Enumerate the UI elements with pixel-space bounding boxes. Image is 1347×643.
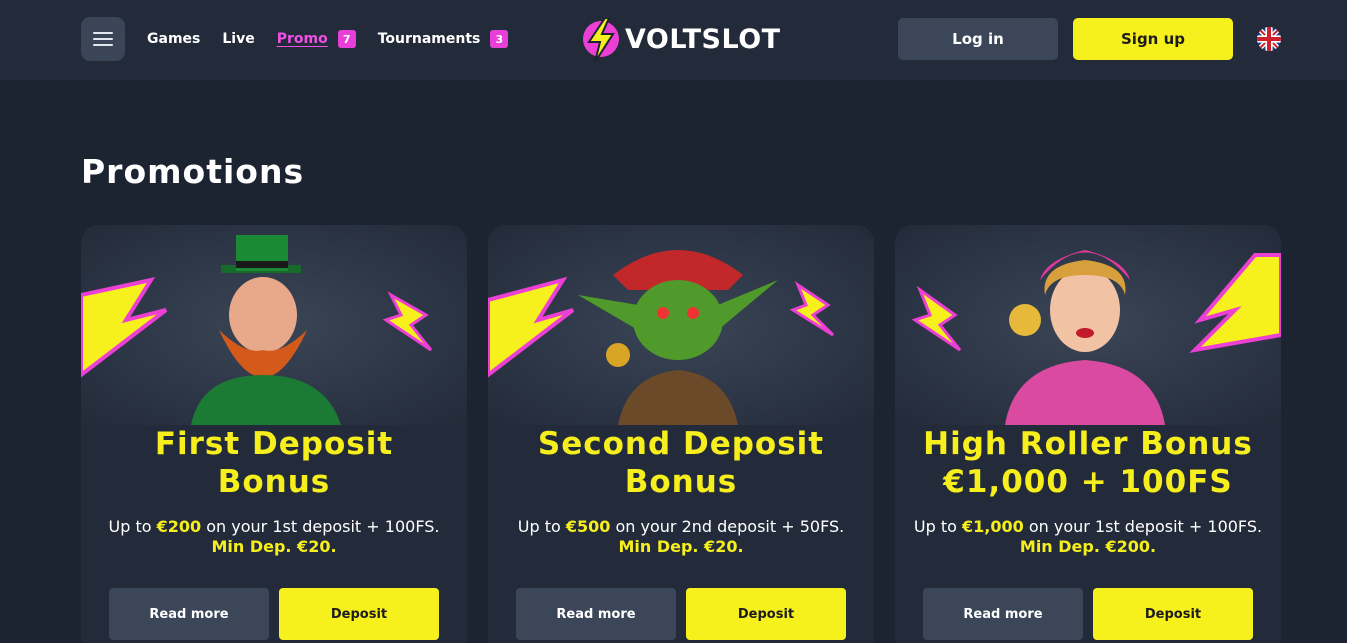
promo-description: Up to €200 on your 1st deposit + 100FS. …	[81, 517, 467, 557]
nav-item-tournaments[interactable]: Tournaments 3	[378, 30, 509, 48]
read-more-button[interactable]: Read more	[109, 588, 269, 640]
min-deposit: Min Dep. €200.	[1019, 537, 1157, 556]
deposit-button[interactable]: Deposit	[279, 588, 439, 640]
logo-text: VOLTSLOT	[625, 23, 781, 55]
nav-item-promo[interactable]: Promo 7	[277, 30, 356, 48]
signup-button[interactable]: Sign up	[1073, 18, 1233, 60]
main-nav: Games Live Promo 7 Tournaments 3	[147, 29, 530, 49]
promo-card-second-deposit: Second Deposit Bonus Up to €500 on your …	[488, 225, 874, 643]
promo-title: Second Deposit Bonus	[537, 426, 825, 500]
promo-card-high-roller: High Roller Bonus €1,000 + 100FS Up to €…	[895, 225, 1281, 643]
page-title: Promotions	[81, 152, 305, 191]
site-logo[interactable]: VOLTSLOT	[583, 18, 781, 62]
site-header: Games Live Promo 7 Tournaments 3 VOLTSLO…	[0, 0, 1347, 80]
lightning-bolt-icon	[583, 18, 619, 62]
pinup-woman-illustration	[895, 225, 1281, 425]
uk-flag-icon[interactable]	[1257, 27, 1281, 51]
promo-description: Up to €1,000 on your 1st deposit + 100FS…	[895, 517, 1281, 557]
nav-label: Tournaments	[377, 31, 481, 47]
hamburger-icon	[93, 32, 113, 34]
min-deposit: Min Dep. €20.	[618, 537, 744, 556]
nav-label: Games	[147, 31, 201, 47]
deposit-button[interactable]: Deposit	[686, 588, 846, 640]
promo-title: High Roller Bonus €1,000 + 100FS	[923, 426, 1253, 500]
read-more-button[interactable]: Read more	[923, 588, 1083, 640]
nav-label: Promo	[276, 31, 328, 47]
nav-label: Live	[222, 31, 255, 47]
nav-item-games[interactable]: Games	[147, 31, 200, 47]
login-button[interactable]: Log in	[898, 18, 1058, 60]
promo-title: First Deposit Bonus	[154, 426, 394, 500]
nav-item-live[interactable]: Live	[222, 31, 254, 47]
leprechaun-illustration	[81, 225, 467, 425]
read-more-button[interactable]: Read more	[516, 588, 676, 640]
menu-button[interactable]	[81, 17, 125, 61]
promo-description: Up to €500 on your 2nd deposit + 50FS. M…	[488, 517, 874, 557]
promo-card-first-deposit: First Deposit Bonus Up to €200 on your 1…	[81, 225, 467, 643]
goblin-pirate-illustration	[488, 225, 874, 425]
promo-count-badge: 7	[337, 30, 356, 48]
deposit-button[interactable]: Deposit	[1093, 588, 1253, 640]
min-deposit: Min Dep. €20.	[211, 537, 337, 556]
tournaments-count-badge: 3	[490, 30, 509, 48]
